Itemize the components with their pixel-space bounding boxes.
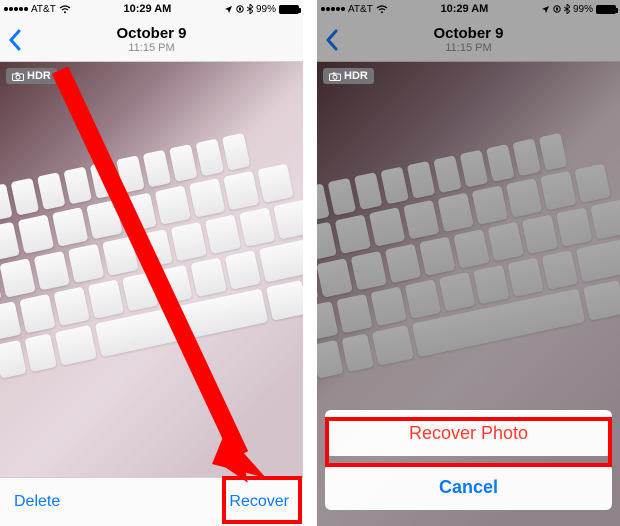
delete-button[interactable]: Delete bbox=[14, 493, 60, 511]
hdr-badge: HDR bbox=[323, 68, 374, 84]
battery-pct: 99% bbox=[256, 4, 276, 15]
nav-title: October 9 bbox=[116, 25, 186, 42]
battery-icon bbox=[279, 5, 299, 14]
action-sheet: Recover Photo Cancel bbox=[317, 402, 620, 526]
bottom-toolbar: Delete Recover bbox=[0, 477, 303, 526]
hdr-badge: HDR bbox=[6, 68, 57, 84]
wifi-icon bbox=[59, 5, 71, 14]
status-time: 10:29 AM bbox=[123, 3, 171, 15]
rotation-lock-icon bbox=[236, 4, 244, 14]
bluetooth-icon bbox=[247, 4, 253, 14]
signal-dots-icon bbox=[4, 7, 28, 11]
photo-preview[interactable]: HDR bbox=[0, 62, 303, 477]
nav-bar: October 9 11:15 PM bbox=[0, 18, 303, 62]
camera-icon bbox=[12, 72, 24, 81]
nav-subtitle: 11:15 PM bbox=[116, 42, 186, 55]
back-chevron-icon[interactable] bbox=[8, 29, 22, 51]
recover-photo-button[interactable]: Recover Photo bbox=[325, 410, 612, 456]
carrier-label: AT&T bbox=[31, 4, 56, 15]
camera-icon bbox=[329, 72, 341, 81]
screenshot-left: AT&T 10:29 AM 99% October 9 11:15 PM bbox=[0, 0, 303, 526]
cancel-button[interactable]: Cancel bbox=[325, 464, 612, 510]
status-bar: AT&T 10:29 AM 99% bbox=[0, 0, 303, 18]
location-icon bbox=[224, 5, 233, 14]
recover-button[interactable]: Recover bbox=[229, 493, 289, 511]
screenshot-right: AT&T 10:29 AM 99% October 9 11:15 PM bbox=[317, 0, 620, 526]
